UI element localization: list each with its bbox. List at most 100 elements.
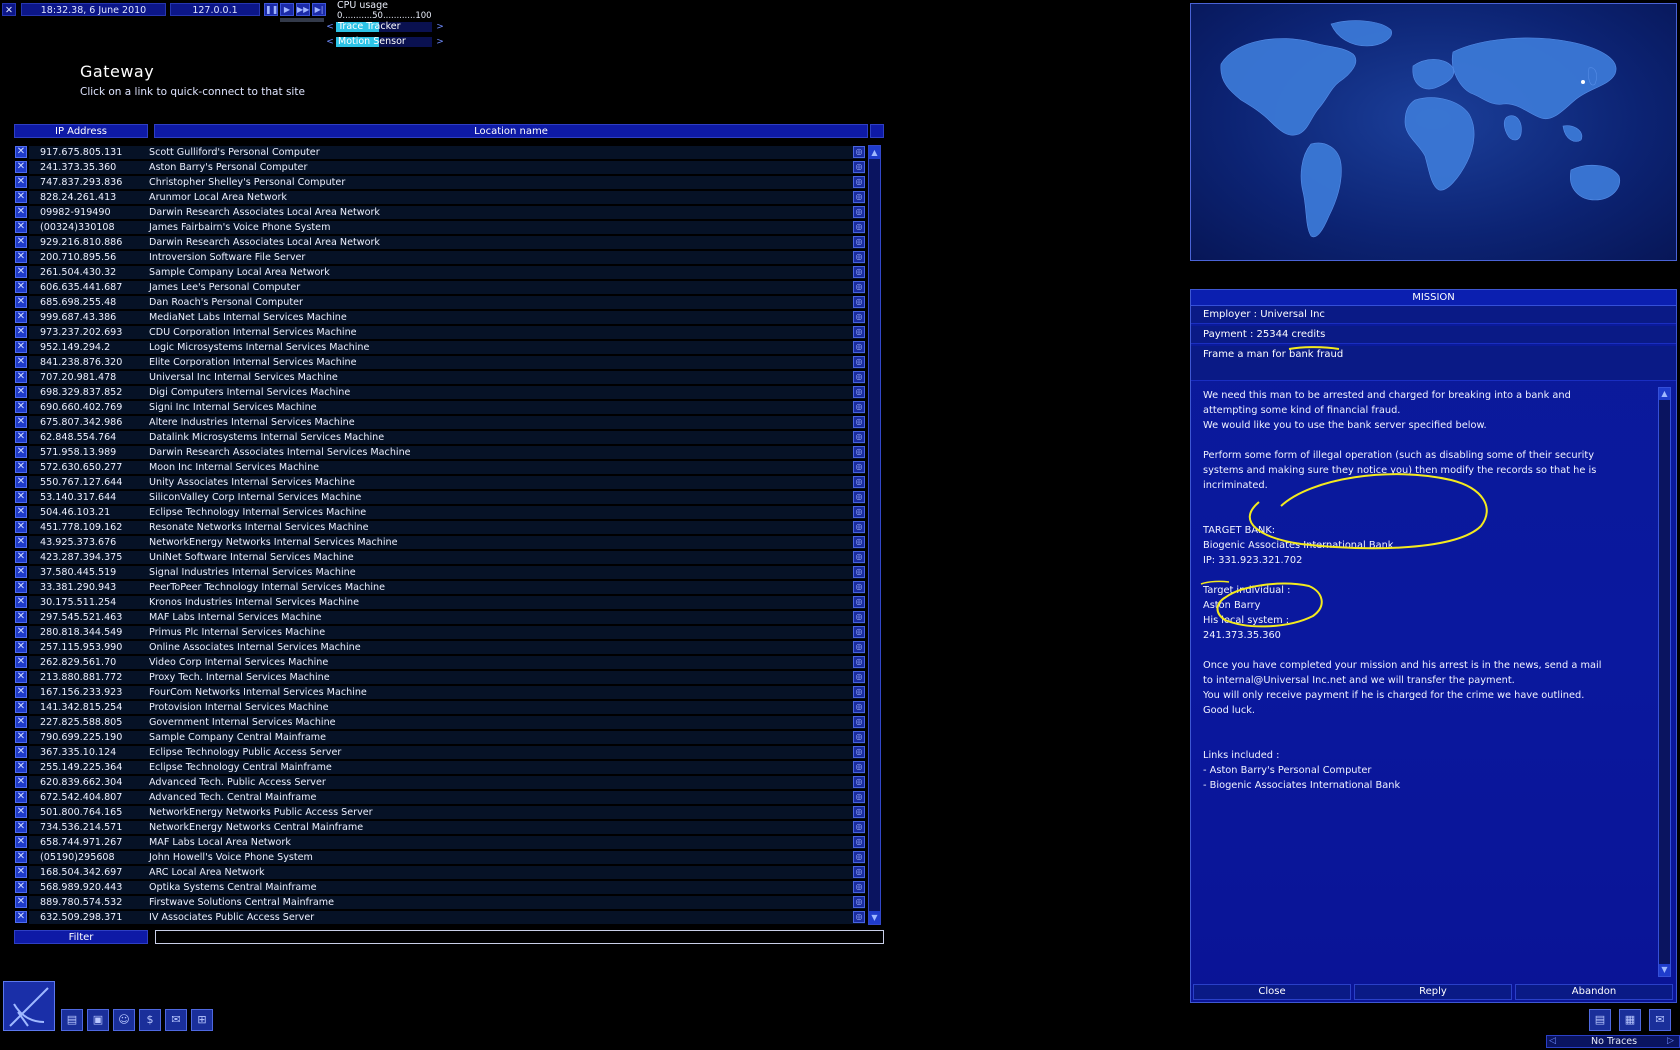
row-ip[interactable]: 734.536.214.571	[40, 821, 122, 834]
row-ip[interactable]: 33.381.290.943	[40, 581, 116, 594]
link-info-icon[interactable]: ◎	[853, 206, 865, 218]
delete-link-icon[interactable]: ✕	[15, 461, 27, 473]
link-info-icon[interactable]: ◎	[853, 506, 865, 518]
link-info-icon[interactable]: ◎	[853, 416, 865, 428]
link-info-icon[interactable]: ◎	[853, 596, 865, 608]
row-location[interactable]: James Lee's Personal Computer	[149, 281, 300, 294]
delete-link-icon[interactable]: ✕	[15, 851, 27, 863]
table-row[interactable]: ✕ 698.329.837.852 Digi Computers Internal …	[14, 385, 865, 400]
location-marker[interactable]	[1581, 80, 1585, 84]
link-info-icon[interactable]: ◎	[853, 281, 865, 293]
table-row[interactable]: ✕ 790.699.225.190 Sample Company Central M…	[14, 730, 865, 745]
link-info-icon[interactable]: ◎	[853, 701, 865, 713]
row-ip[interactable]: 43.925.373.676	[40, 536, 116, 549]
table-row[interactable]: ✕ 658.744.971.267 MAF Labs Local Area Netw…	[14, 835, 865, 850]
delete-link-icon[interactable]: ✕	[15, 251, 27, 263]
row-location[interactable]: John Howell's Voice Phone System	[149, 851, 313, 864]
filter-input[interactable]	[155, 930, 884, 944]
link-info-icon[interactable]: ◎	[853, 611, 865, 623]
link-info-icon[interactable]: ◎	[853, 266, 865, 278]
row-ip[interactable]: 707.20.981.478	[40, 371, 116, 384]
link-info-icon[interactable]: ◎	[853, 341, 865, 353]
delete-link-icon[interactable]: ✕	[15, 776, 27, 788]
reply-button[interactable]: Reply	[1354, 984, 1512, 1000]
table-row[interactable]: ✕ 451.778.109.162 Resonate Networks Intern…	[14, 520, 865, 535]
row-ip[interactable]: 261.504.430.32	[40, 266, 116, 279]
send-mail-button[interactable]: ✉	[1649, 1009, 1671, 1031]
link-info-icon[interactable]: ◎	[853, 401, 865, 413]
row-location[interactable]: Kronos Industries Internal Services Mach…	[149, 596, 359, 609]
link-info-icon[interactable]: ◎	[853, 881, 865, 893]
table-row[interactable]: ✕ 213.880.881.772 Proxy Tech. Internal Ser…	[14, 670, 865, 685]
row-location[interactable]: MAF Labs Local Area Network	[149, 836, 291, 849]
row-ip[interactable]: 929.216.810.886	[40, 236, 122, 249]
table-row[interactable]: ✕ 889.780.574.532 Firstwave Solutions Cent…	[14, 895, 865, 910]
log-button[interactable]: ▦	[1619, 1009, 1641, 1031]
table-row[interactable]: ✕ 501.800.764.165 NetworkEnergy Networks P…	[14, 805, 865, 820]
abandon-button[interactable]: Abandon	[1515, 984, 1673, 1000]
link-info-icon[interactable]: ◎	[853, 731, 865, 743]
link-info-icon[interactable]: ◎	[853, 251, 865, 263]
fast-forward-button[interactable]: ▶▶	[296, 3, 310, 16]
row-ip[interactable]: 255.149.225.364	[40, 761, 122, 774]
status-button[interactable]: ⊞	[191, 1009, 213, 1031]
row-location[interactable]: Dan Roach's Personal Computer	[149, 296, 303, 309]
scroll-down-icon[interactable]: ▼	[1659, 964, 1670, 976]
play-button[interactable]: ▶	[280, 3, 294, 16]
row-ip[interactable]: 889.780.574.532	[40, 896, 122, 909]
row-ip[interactable]: 501.800.764.165	[40, 806, 122, 819]
delete-link-icon[interactable]: ✕	[15, 221, 27, 233]
table-row[interactable]: ✕ 141.342.815.254 Protovision Internal Ser…	[14, 700, 865, 715]
scroll-down-icon[interactable]: ▼	[869, 911, 880, 924]
row-ip[interactable]: 257.115.953.990	[40, 641, 122, 654]
link-info-icon[interactable]: ◎	[853, 716, 865, 728]
row-ip[interactable]: 571.958.13.989	[40, 446, 116, 459]
row-ip[interactable]: 200.710.895.56	[40, 251, 116, 264]
table-row[interactable]: ✕ 690.660.402.769 Signi Inc Internal Servi…	[14, 400, 865, 415]
delete-link-icon[interactable]: ✕	[15, 146, 27, 158]
row-location[interactable]: Government Internal Services Machine	[149, 716, 336, 729]
row-ip[interactable]: 262.829.561.70	[40, 656, 116, 669]
row-location[interactable]: Eclipse Technology Central Mainframe	[149, 761, 332, 774]
link-info-icon[interactable]: ◎	[853, 221, 865, 233]
table-row[interactable]: ✕ 262.829.561.70 Video Corp Internal Servi…	[14, 655, 865, 670]
row-location[interactable]: Logic Microsystems Internal Services Mac…	[149, 341, 369, 354]
link-info-icon[interactable]: ◎	[853, 461, 865, 473]
table-row[interactable]: ✕ 167.156.233.923 FourCom Networks Interna…	[14, 685, 865, 700]
table-row[interactable]: ✕ 09982-919490 Darwin Research Associates …	[14, 205, 865, 220]
link-info-icon[interactable]: ◎	[853, 641, 865, 653]
row-ip[interactable]: 53.140.317.644	[40, 491, 116, 504]
row-location[interactable]: NetworkEnergy Networks Internal Services…	[149, 536, 398, 549]
row-ip[interactable]: 227.825.588.805	[40, 716, 122, 729]
row-location[interactable]: Advanced Tech. Public Access Server	[149, 776, 326, 789]
link-info-icon[interactable]: ◎	[853, 161, 865, 173]
row-ip[interactable]: 685.698.255.48	[40, 296, 116, 309]
row-ip[interactable]: 698.329.837.852	[40, 386, 122, 399]
row-ip[interactable]: (00324)330108	[40, 221, 115, 234]
table-row[interactable]: ✕ 707.20.981.478 Universal Inc Internal Se…	[14, 370, 865, 385]
table-row[interactable]: ✕ 620.839.662.304 Advanced Tech. Public Ac…	[14, 775, 865, 790]
table-row[interactable]: ✕ 255.149.225.364 Eclipse Technology Centr…	[14, 760, 865, 775]
link-info-icon[interactable]: ◎	[853, 761, 865, 773]
delete-link-icon[interactable]: ✕	[15, 866, 27, 878]
delete-link-icon[interactable]: ✕	[15, 506, 27, 518]
row-location[interactable]: Arunmor Local Area Network	[149, 191, 287, 204]
row-ip[interactable]: 30.175.511.254	[40, 596, 116, 609]
motion-sensor[interactable]: < Motion Sensor >	[324, 36, 446, 48]
row-ip[interactable]: 213.880.881.772	[40, 671, 122, 684]
delete-link-icon[interactable]: ✕	[15, 281, 27, 293]
table-row[interactable]: ✕ 685.698.255.48 Dan Roach's Personal Comp…	[14, 295, 865, 310]
row-ip[interactable]: 62.848.554.764	[40, 431, 116, 444]
row-location[interactable]: Optika Systems Central Mainframe	[149, 881, 317, 894]
table-row[interactable]: ✕ 550.767.127.644 Unity Associates Interna…	[14, 475, 865, 490]
delete-link-icon[interactable]: ✕	[15, 326, 27, 338]
delete-link-icon[interactable]: ✕	[15, 611, 27, 623]
row-ip[interactable]: 917.675.805.131	[40, 146, 122, 159]
row-location[interactable]: Proxy Tech. Internal Services Machine	[149, 671, 330, 684]
delete-link-icon[interactable]: ✕	[15, 386, 27, 398]
row-location[interactable]: Digi Computers Internal Services Machine	[149, 386, 350, 399]
table-row[interactable]: ✕ 568.989.920.443 Optika Systems Central M…	[14, 880, 865, 895]
table-row[interactable]: ✕ 62.848.554.764 Datalink Microsystems Int…	[14, 430, 865, 445]
row-location[interactable]: Resonate Networks Internal Services Mach…	[149, 521, 368, 534]
delete-link-icon[interactable]: ✕	[15, 746, 27, 758]
